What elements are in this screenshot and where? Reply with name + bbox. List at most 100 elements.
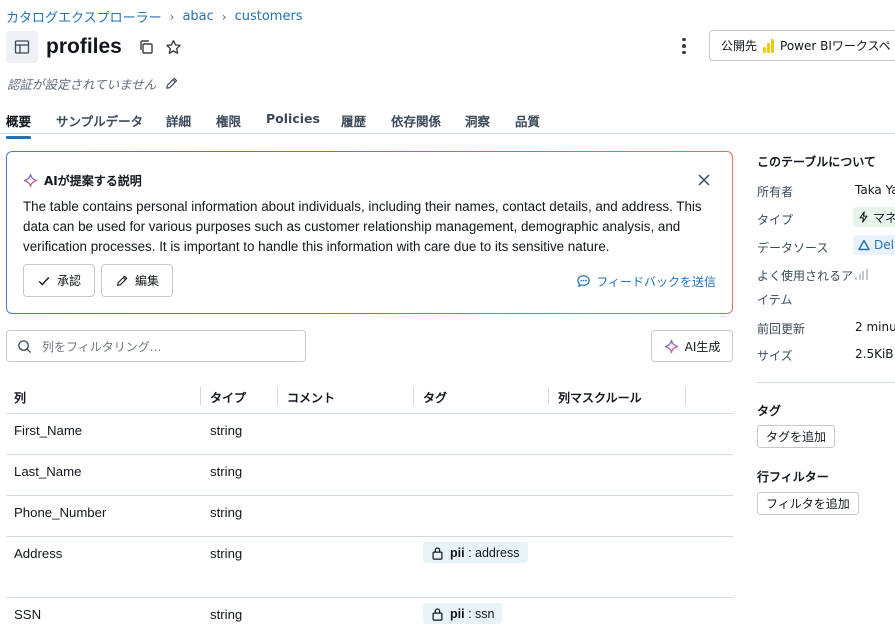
column-filter-input[interactable]: 列をフィルタリング... — [6, 330, 306, 362]
tab-permissions[interactable]: 権限 — [216, 111, 241, 130]
publish-to-powerbi-button[interactable]: 公開先 Power BIワークスペ — [709, 30, 895, 61]
breadcrumb-schema[interactable]: customers — [235, 9, 303, 24]
data-source-badge[interactable]: Del — [853, 235, 895, 255]
type-label: タイプ — [757, 213, 794, 227]
column-name: SSN — [14, 607, 42, 622]
tab-sample-data[interactable]: サンプルデータ — [56, 111, 143, 130]
more-options-icon[interactable] — [676, 36, 692, 56]
tab-insights[interactable]: 洞察 — [465, 111, 490, 130]
send-feedback-label: フィードバックを送信 — [596, 275, 716, 289]
lock-icon — [432, 546, 443, 560]
send-feedback-link[interactable]: フィードバックを送信 — [576, 273, 716, 290]
search-icon — [18, 339, 32, 353]
column-header-tags[interactable]: タグ — [423, 389, 447, 406]
column-filter-placeholder: 列をフィルタリング... — [42, 339, 162, 354]
tag-value: ssn — [475, 606, 495, 621]
column-header-name[interactable]: 列 — [14, 389, 26, 406]
accept-button[interactable]: 承認 — [23, 264, 96, 297]
column-type: string — [210, 546, 243, 561]
column-header-type[interactable]: タイプ — [210, 389, 246, 406]
tab-lineage[interactable]: 依存関係 — [391, 111, 441, 130]
edit-label: 編集 — [135, 274, 160, 288]
column-header-comment[interactable]: コメント — [287, 389, 335, 406]
delta-icon — [858, 239, 870, 251]
column-name: First_Name — [14, 423, 83, 438]
table-row[interactable]: Phone_Number string — [6, 496, 733, 537]
tab-history[interactable]: 履歴 — [341, 111, 366, 130]
copy-icon[interactable] — [137, 38, 155, 56]
table-row[interactable]: SSN string pii : ssn — [6, 598, 733, 638]
add-tag-button[interactable]: タグを追加 — [757, 425, 836, 448]
speech-bubble-icon — [577, 275, 590, 288]
divider — [757, 382, 895, 383]
breadcrumb-separator: › — [221, 9, 227, 24]
tag-key: pii — [450, 545, 465, 560]
size-value: 2.5KiB — [855, 347, 894, 361]
about-title: このテーブルについて — [757, 155, 876, 169]
frequently-used-label-line2: イテム — [757, 293, 793, 307]
size-label: サイズ — [757, 349, 793, 363]
ai-sparkle-icon — [664, 339, 678, 353]
tab-quality[interactable]: 品質 — [515, 111, 540, 130]
column-type: string — [210, 423, 243, 438]
ai-suggestion-card: AIが提案する説明 The table contains personal in… — [6, 151, 733, 314]
ai-suggested-description: The table contains personal information … — [23, 199, 702, 254]
columns-table: 列 タイプ コメント タグ 列マスクルール First_Name string … — [6, 383, 733, 638]
pencil-icon[interactable] — [164, 76, 179, 91]
powerbi-icon — [763, 38, 775, 53]
column-type: string — [210, 607, 243, 622]
close-icon[interactable] — [696, 172, 712, 188]
add-row-filter-button[interactable]: フィルタを追加 — [757, 492, 859, 515]
lock-icon — [432, 607, 443, 621]
tab-details[interactable]: 詳細 — [166, 111, 191, 130]
ai-sparkle-icon — [23, 173, 38, 188]
data-source-label: データソース — [757, 241, 829, 255]
frequently-used-label-line1: よく使用されるア — [757, 269, 854, 283]
tags-title: タグ — [757, 404, 782, 418]
breadcrumb-catalog[interactable]: abac — [182, 9, 213, 24]
tab-bar: 概要 サンプルデータ 詳細 権限 Policies 履歴 依存関係 洞察 品質 — [0, 104, 895, 139]
last-updated-label: 前回更新 — [757, 322, 806, 336]
lightning-icon — [859, 211, 868, 223]
table-header-row: 列 タイプ コメント タグ 列マスクルール — [6, 383, 733, 414]
frequently-used-label: よく使用されるア — [757, 267, 868, 284]
column-name: Address — [14, 546, 63, 561]
usage-bars-icon — [855, 269, 868, 280]
owner-label: 所有者 — [757, 185, 794, 199]
table-row[interactable]: First_Name string — [6, 414, 733, 455]
tag-chip[interactable]: pii : address — [423, 542, 528, 563]
tab-policies[interactable]: Policies — [266, 111, 320, 126]
accept-label: 承認 — [57, 274, 82, 288]
column-name: Last_Name — [14, 464, 82, 479]
tag-chip[interactable]: pii : ssn — [423, 603, 503, 624]
tab-overview[interactable]: 概要 — [6, 111, 32, 139]
table-row[interactable]: Address string pii : address — [6, 537, 733, 598]
table-row[interactable]: Last_Name string — [6, 455, 733, 496]
check-icon — [38, 276, 50, 286]
page-title: profiles — [46, 35, 122, 58]
ai-generate-button[interactable]: AI生成 — [651, 330, 733, 362]
table-icon — [6, 31, 38, 63]
edit-button[interactable]: 編集 — [101, 264, 174, 297]
row-filter-title: 行フィルター — [757, 470, 829, 484]
column-header-mask-rule[interactable]: 列マスクルール — [558, 389, 642, 406]
data-source-value: Del — [874, 238, 894, 252]
tag-value: address — [475, 545, 520, 560]
star-icon[interactable] — [165, 38, 183, 56]
certification-status: 認証が設定されていません — [7, 77, 157, 92]
breadcrumb-separator: › — [169, 9, 175, 24]
type-value: マネ — [873, 210, 895, 225]
breadcrumb-catalog-explorer[interactable]: カタログエクスプローラー — [6, 7, 162, 26]
tag-key: pii — [450, 606, 465, 621]
ai-suggestion-header: AIが提案する説明 — [23, 172, 142, 189]
column-type: string — [210, 505, 243, 520]
column-name: Phone_Number — [14, 505, 107, 520]
title-row: profiles — [6, 31, 183, 63]
breadcrumb: カタログエクスプローラー › abac › customers — [6, 7, 303, 26]
type-badge: マネ — [853, 207, 895, 227]
certification-row: 認証が設定されていません — [7, 74, 179, 93]
owner-value[interactable]: Taka Ya — [855, 183, 895, 197]
ai-generate-label: AI生成 — [684, 339, 721, 354]
ai-suggestion-title: AIが提案する説明 — [44, 174, 142, 188]
pencil-icon — [117, 275, 128, 286]
